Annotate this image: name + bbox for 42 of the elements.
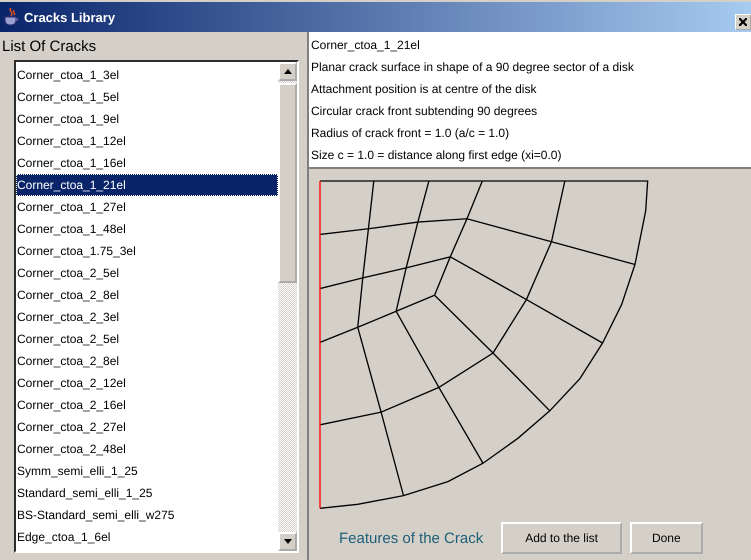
description-line: Size c = 1.0 = distance along first edge (xi=0.0) [311,147,562,164]
add-button[interactable]: Add to the list [501,522,622,554]
list-item[interactable]: Corner_ctoa_1_9el [16,108,278,130]
scrollbar[interactable] [278,62,297,551]
list-item[interactable]: Corner_ctoa_2_27el [16,416,278,438]
done-button[interactable]: Done [630,522,703,554]
list-item[interactable]: Corner_ctoa_2_48el [16,438,278,460]
list-item[interactable]: Corner_ctoa_1.75_3el [16,240,278,262]
scroll-thumb[interactable] [278,83,297,283]
description-line: Planar crack surface in shape of a 90 degree sector of a disk [311,59,635,76]
list-heading: List Of Cracks [1,37,98,57]
features-label: Features of the Crack [339,530,484,546]
down-arrow-icon [284,539,292,544]
description-line: Corner_ctoa_1_21el [311,37,421,54]
list-item[interactable]: Corner_ctoa_1_5el [16,86,278,108]
scroll-down-button[interactable] [278,532,297,551]
close-icon [739,18,747,26]
description-line: Circular crack front subtending 90 degrees [311,103,538,120]
list-item[interactable]: Corner_ctoa_1_48el [16,218,278,240]
close-button[interactable] [735,14,751,30]
list-item[interactable]: Corner_ctoa_2_8el [16,284,278,306]
list-item[interactable]: Symm_semi_elli_1_25 [16,460,278,482]
list-item[interactable]: Corner_ctoa_2_12el [16,372,278,394]
list-item[interactable]: Standard_semi_elli_1_25 [16,482,278,504]
list-item[interactable]: Corner_ctoa_2_8el [16,350,278,372]
up-arrow-icon [284,69,292,74]
coffee-cup-icon [4,8,20,26]
list-item[interactable]: Corner_ctoa_2_3el [16,306,278,328]
list-item[interactable]: Corner_ctoa_1_27el [16,196,278,218]
list-item[interactable]: BS-Standard_semi_elli_w275 [16,504,278,526]
list-item[interactable]: Corner_ctoa_2_16el [16,394,278,416]
list-item[interactable]: Corner_ctoa_2_5el [16,262,278,284]
list-item[interactable]: Corner_ctoa_2_5el [16,328,278,350]
list-item[interactable]: Edge_ctoa_1_6el [16,526,278,548]
list-item[interactable]: Corner_ctoa_1_21el [16,174,278,196]
description-line: Attachment position is at centre of the disk [311,81,538,98]
description-line: Radius of crack front = 1.0 (a/c = 1.0) [311,125,510,142]
scroll-up-button[interactable] [278,62,297,81]
list-item[interactable]: Corner_ctoa_1_12el [16,130,278,152]
list-item[interactable]: Corner_ctoa_1_3el [16,64,278,86]
window-title: Cracks Library [24,10,116,24]
list-item[interactable]: Corner_ctoa_1_16el [16,152,278,174]
